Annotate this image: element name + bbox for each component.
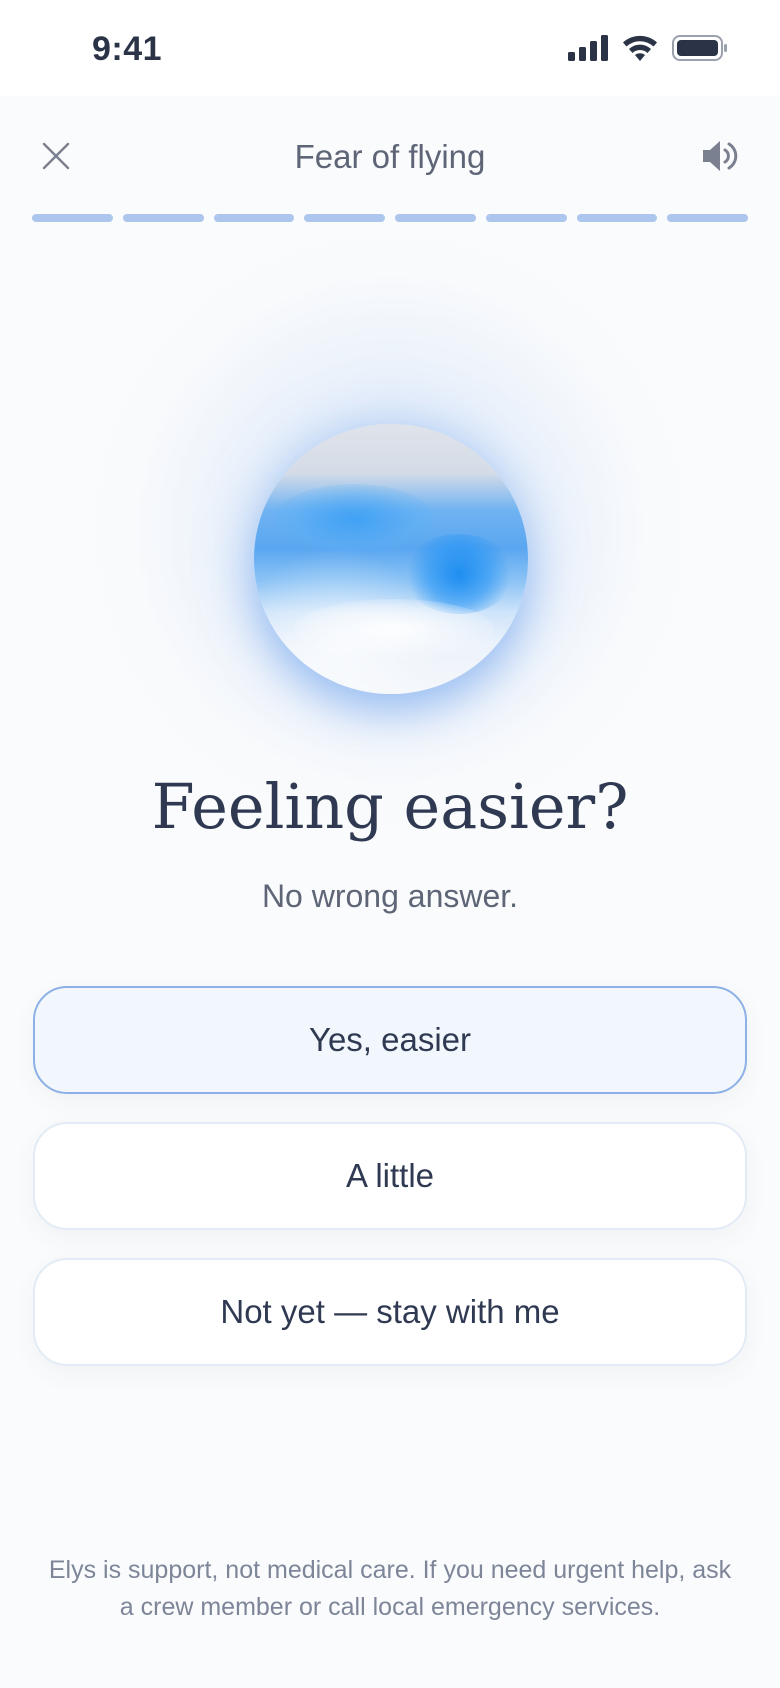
question-subtitle: No wrong answer. <box>261 878 519 914</box>
progress-segment <box>213 214 295 222</box>
status-bar: 9:41 <box>0 0 780 96</box>
option-yes-easier[interactable]: Yes, easier <box>33 986 747 1094</box>
progress-segment <box>576 214 658 222</box>
status-time: 9:41 <box>92 30 163 68</box>
battery-icon <box>672 34 728 67</box>
speaker-icon <box>701 139 739 178</box>
option-label: Not yet — stay with me <box>220 1293 560 1330</box>
disclaimer-text: Elys is support, not medical care. If yo… <box>48 1556 732 1621</box>
progress-segment <box>32 214 113 222</box>
progress-segment <box>122 214 204 222</box>
option-label: A little <box>345 1157 435 1194</box>
progress-segment <box>485 214 567 222</box>
sound-toggle-button[interactable] <box>696 136 744 180</box>
progress-segment <box>667 214 748 222</box>
breathing-orb <box>254 424 528 694</box>
page-title: Fear of flying <box>294 138 486 175</box>
question-title: Feeling easier? <box>151 770 629 843</box>
progress-segment <box>395 214 476 222</box>
progress-segment <box>304 214 385 222</box>
option-a-little[interactable]: A little <box>33 1122 747 1230</box>
status-icons <box>568 34 728 67</box>
header: Fear of flying <box>0 96 780 221</box>
cellular-signal-icon <box>568 35 608 66</box>
progress-bar <box>32 214 748 222</box>
option-not-yet[interactable]: Not yet — stay with me <box>33 1258 747 1366</box>
option-label: Yes, easier <box>308 1021 472 1058</box>
wifi-icon <box>622 34 658 67</box>
